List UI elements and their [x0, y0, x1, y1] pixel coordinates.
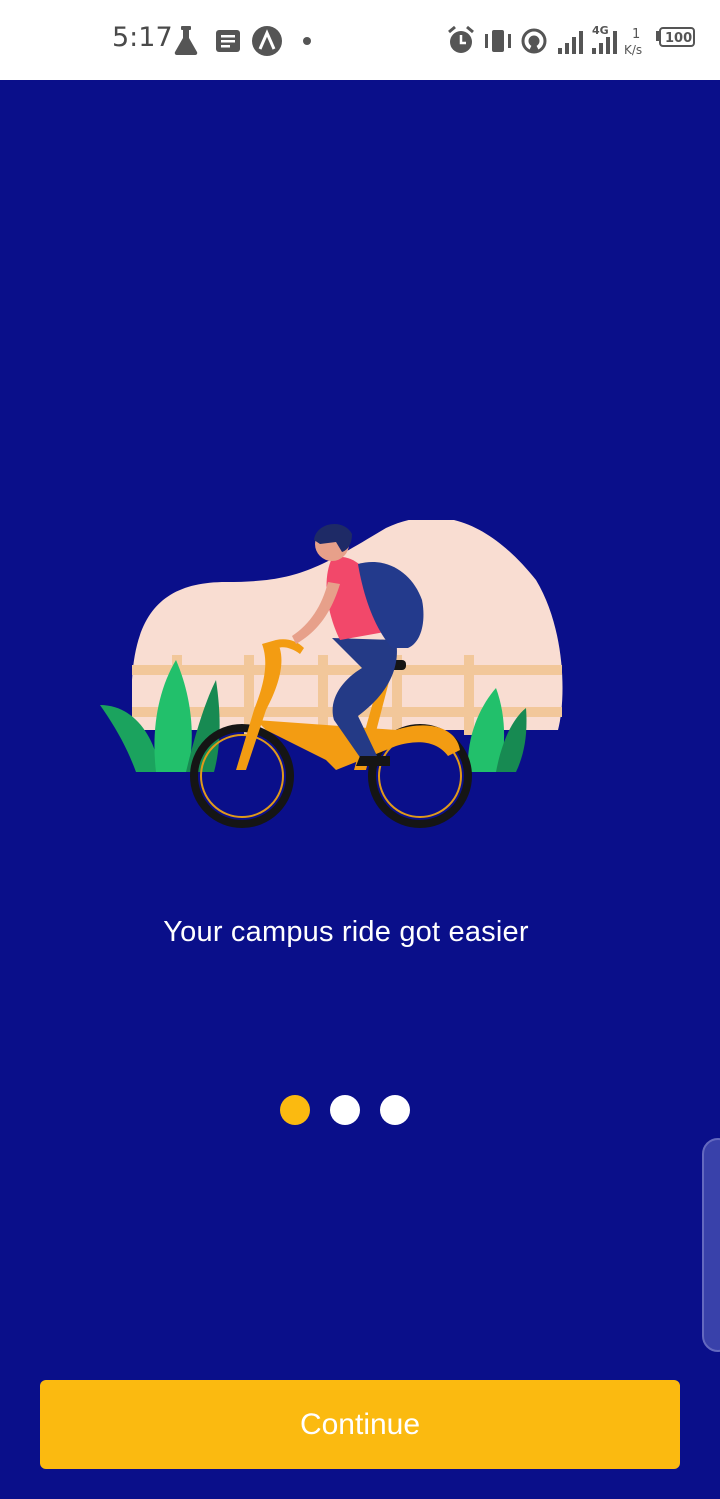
page-dot-1[interactable]: [280, 1095, 310, 1125]
lab-flask-icon: [174, 26, 198, 56]
status-right-icons: 4G 1 K/s 100: [448, 24, 695, 57]
alarm-icon: [448, 25, 474, 53]
speed-unit: K/s: [624, 43, 642, 57]
page-dot-3[interactable]: [380, 1095, 410, 1125]
status-bar: 5:17 4G 1 K/s 100: [0, 0, 720, 80]
status-left-icons: [174, 26, 311, 56]
battery-icon: 100: [656, 27, 695, 47]
person-riding-bicycle-illustration: [100, 520, 563, 828]
status-time: 5:17: [112, 22, 173, 53]
page-dot-2[interactable]: [330, 1095, 360, 1125]
signal-icon: [558, 31, 583, 54]
app-a-icon: [252, 26, 282, 56]
vibrate-icon: [485, 30, 511, 52]
dot-icon: [303, 37, 311, 45]
onboarding-screen: Your campus ride got easier Continue: [0, 80, 720, 1499]
onboarding-tagline: Your campus ride got easier: [163, 916, 529, 948]
notes-icon: [216, 30, 240, 52]
svg-text:4G: 4G: [592, 24, 609, 37]
svg-text:100: 100: [665, 31, 692, 46]
continue-button[interactable]: Continue: [40, 1380, 680, 1469]
speed-value: 1: [632, 27, 640, 42]
hotspot-icon: [521, 28, 547, 54]
edge-panel-handle[interactable]: [702, 1138, 720, 1352]
